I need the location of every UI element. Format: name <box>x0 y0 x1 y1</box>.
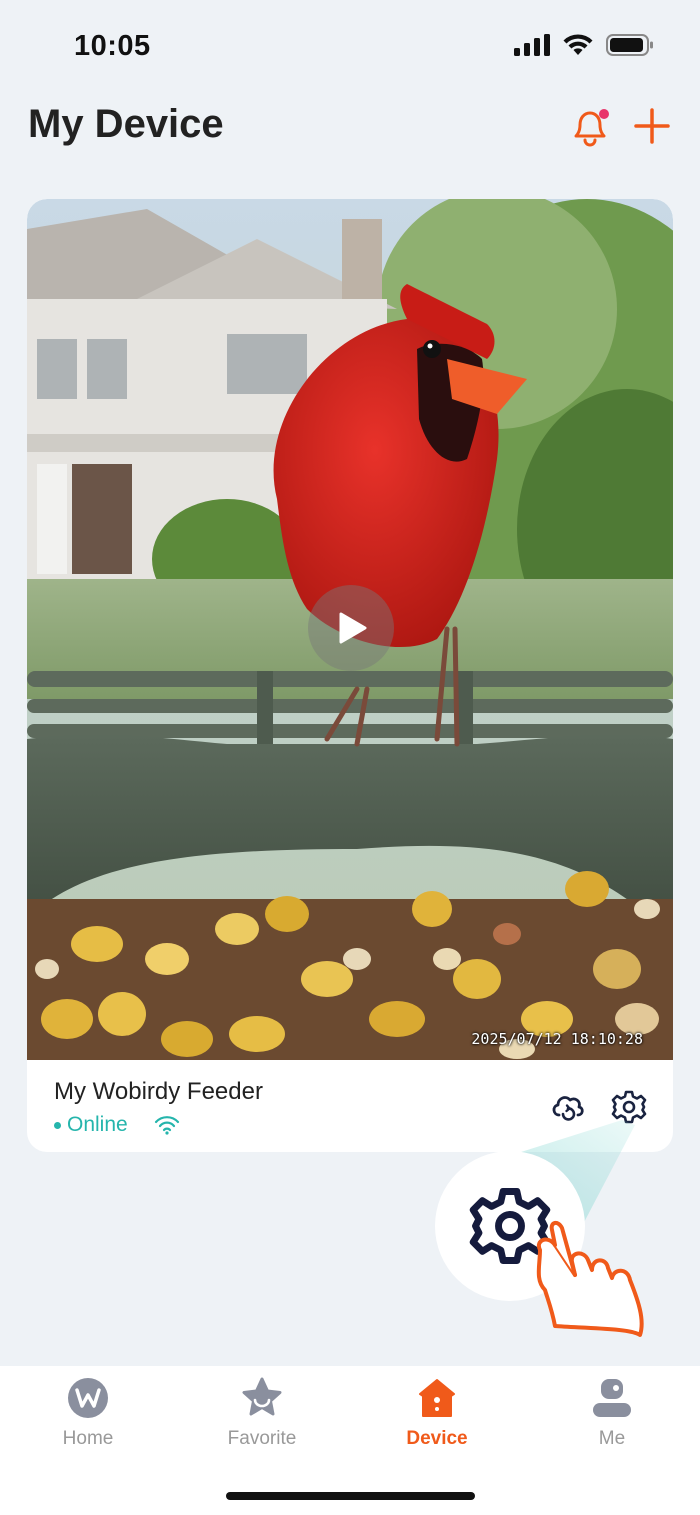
home-indicator[interactable] <box>226 1492 475 1500</box>
pointing-hand-icon <box>536 1221 644 1337</box>
battery-icon <box>606 34 653 56</box>
bell-notification-icon <box>574 109 609 147</box>
tab-favorite[interactable]: Favorite <box>202 1376 322 1466</box>
birdhouse-icon <box>419 1379 455 1417</box>
wifi-signal-icon <box>154 1116 179 1135</box>
settings-gear-icon <box>611 1090 647 1124</box>
camera-preview[interactable]: 2025/07/12 18:10:28 <box>27 199 673 1060</box>
wobirdy-logo-icon <box>68 1378 108 1418</box>
header: My Device <box>0 90 700 170</box>
tab-home-label: Home <box>62 1428 114 1449</box>
tab-device-label: Device <box>406 1428 468 1449</box>
zoomed-gear-circle <box>435 1151 585 1301</box>
online-dot <box>54 1121 61 1129</box>
bottom-tab-bar: Home Favorite Device Me <box>0 1366 700 1515</box>
tab-device[interactable]: Device <box>377 1376 497 1466</box>
device-card[interactable]: 2025/07/12 18:10:28 My Wobirdy Feeder On… <box>27 199 673 1152</box>
add-icon <box>634 108 670 144</box>
zoomed-settings-gear-icon <box>469 1188 551 1264</box>
device-name: My Wobirdy Feeder <box>54 1078 263 1105</box>
device-settings-button[interactable] <box>610 1088 648 1126</box>
add-device-button[interactable] <box>630 104 674 148</box>
status-time: 10:05 <box>74 30 151 62</box>
wifi-icon <box>563 34 593 55</box>
online-status-text: Online <box>67 1113 128 1136</box>
cloud-playback-icon <box>552 1096 584 1121</box>
play-button[interactable] <box>308 585 394 671</box>
play-icon <box>339 612 367 644</box>
device-status: Online <box>54 1113 180 1137</box>
status-bar: 10:05 <box>0 0 700 90</box>
cellular-signal-icon <box>514 34 550 56</box>
user-icon <box>593 1379 631 1417</box>
star-face-icon <box>242 1377 282 1416</box>
tab-me-label: Me <box>598 1428 626 1449</box>
page-title: My Device <box>28 102 224 146</box>
tab-me[interactable]: Me <box>552 1376 672 1466</box>
status-icons <box>514 33 654 57</box>
video-timestamp: 2025/07/12 18:10:28 <box>471 1030 643 1048</box>
tab-favorite-label: Favorite <box>227 1428 297 1449</box>
notifications-button[interactable] <box>568 104 614 150</box>
cloud-playback-button[interactable] <box>549 1089 587 1127</box>
tab-home[interactable]: Home <box>28 1376 148 1466</box>
notification-badge <box>599 109 609 119</box>
